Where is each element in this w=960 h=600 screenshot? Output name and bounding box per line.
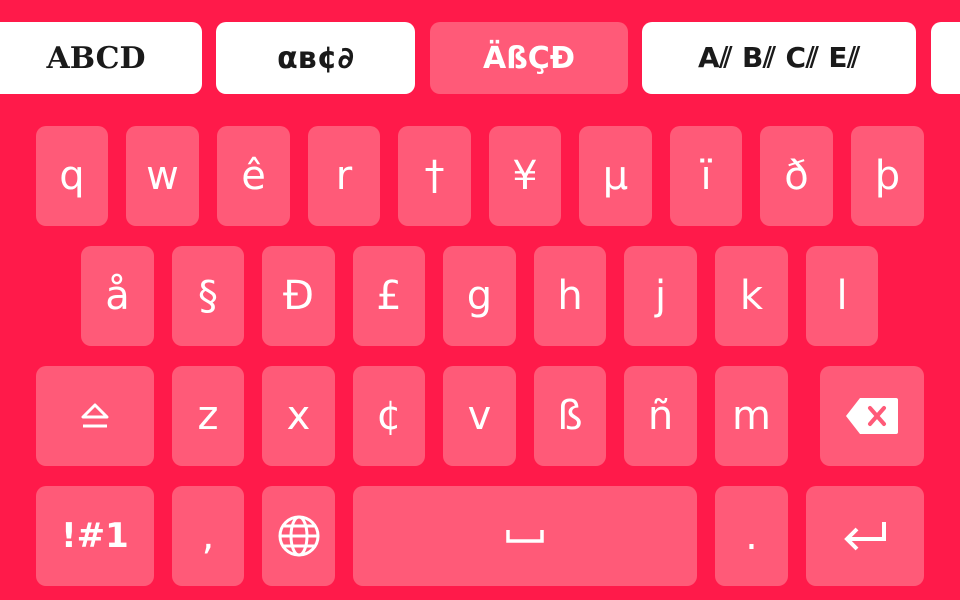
key-d-stroke[interactable]: Đ [262,246,335,346]
space-key[interactable] [353,486,697,586]
key-a-ring[interactable]: å [81,246,154,346]
shift-icon [81,403,109,428]
key-section[interactable]: § [172,246,244,346]
symbols-key[interactable]: !#1 [36,486,154,586]
shift-key[interactable] [36,366,154,466]
key-cent[interactable]: ¢ [353,366,425,466]
key-q[interactable]: q [36,126,108,226]
globe-icon [278,515,319,557]
key-yen[interactable]: ¥ [489,126,561,226]
key-r[interactable]: r [308,126,380,226]
key-z[interactable]: z [172,366,244,466]
key-sharp-s[interactable]: ß [534,366,606,466]
key-l[interactable]: l [806,246,878,346]
font-chip-greek[interactable]: αв¢∂ [216,22,415,94]
key-n-tilde[interactable]: ñ [624,366,697,466]
key-h[interactable]: h [534,246,606,346]
font-style-strip: ABCD αв¢∂ ÄßÇĐ A⫽ B⫽ C⫽ E⫽ [0,0,960,100]
backspace-key[interactable] [820,366,924,466]
key-m[interactable]: m [715,366,788,466]
key-g[interactable]: g [443,246,516,346]
key-v[interactable]: v [443,366,516,466]
font-chip-partial[interactable] [931,22,960,94]
key-x[interactable]: x [262,366,335,466]
key-pound[interactable]: £ [353,246,425,346]
key-e-circumflex[interactable]: ê [217,126,290,226]
key-thorn[interactable]: þ [851,126,924,226]
enter-key[interactable] [806,486,924,586]
period-key[interactable]: . [715,486,788,586]
font-chip-abcd[interactable]: ABCD [0,22,202,94]
globe-key[interactable] [262,486,335,586]
font-chip-stroked[interactable]: A⫽ B⫽ C⫽ E⫽ [642,22,916,94]
key-micro[interactable]: µ [579,126,652,226]
key-j[interactable]: j [624,246,697,346]
enter-icon [844,522,886,551]
key-i-diaeresis[interactable]: ï [670,126,742,226]
key-eth[interactable]: ð [760,126,833,226]
backspace-icon [846,398,898,434]
space-bar-icon [506,530,544,543]
comma-key[interactable]: , [172,486,244,586]
key-k[interactable]: k [715,246,788,346]
font-chip-accented[interactable]: ÄßÇĐ [430,22,628,94]
key-dagger[interactable]: † [398,126,471,226]
key-w[interactable]: w [126,126,199,226]
